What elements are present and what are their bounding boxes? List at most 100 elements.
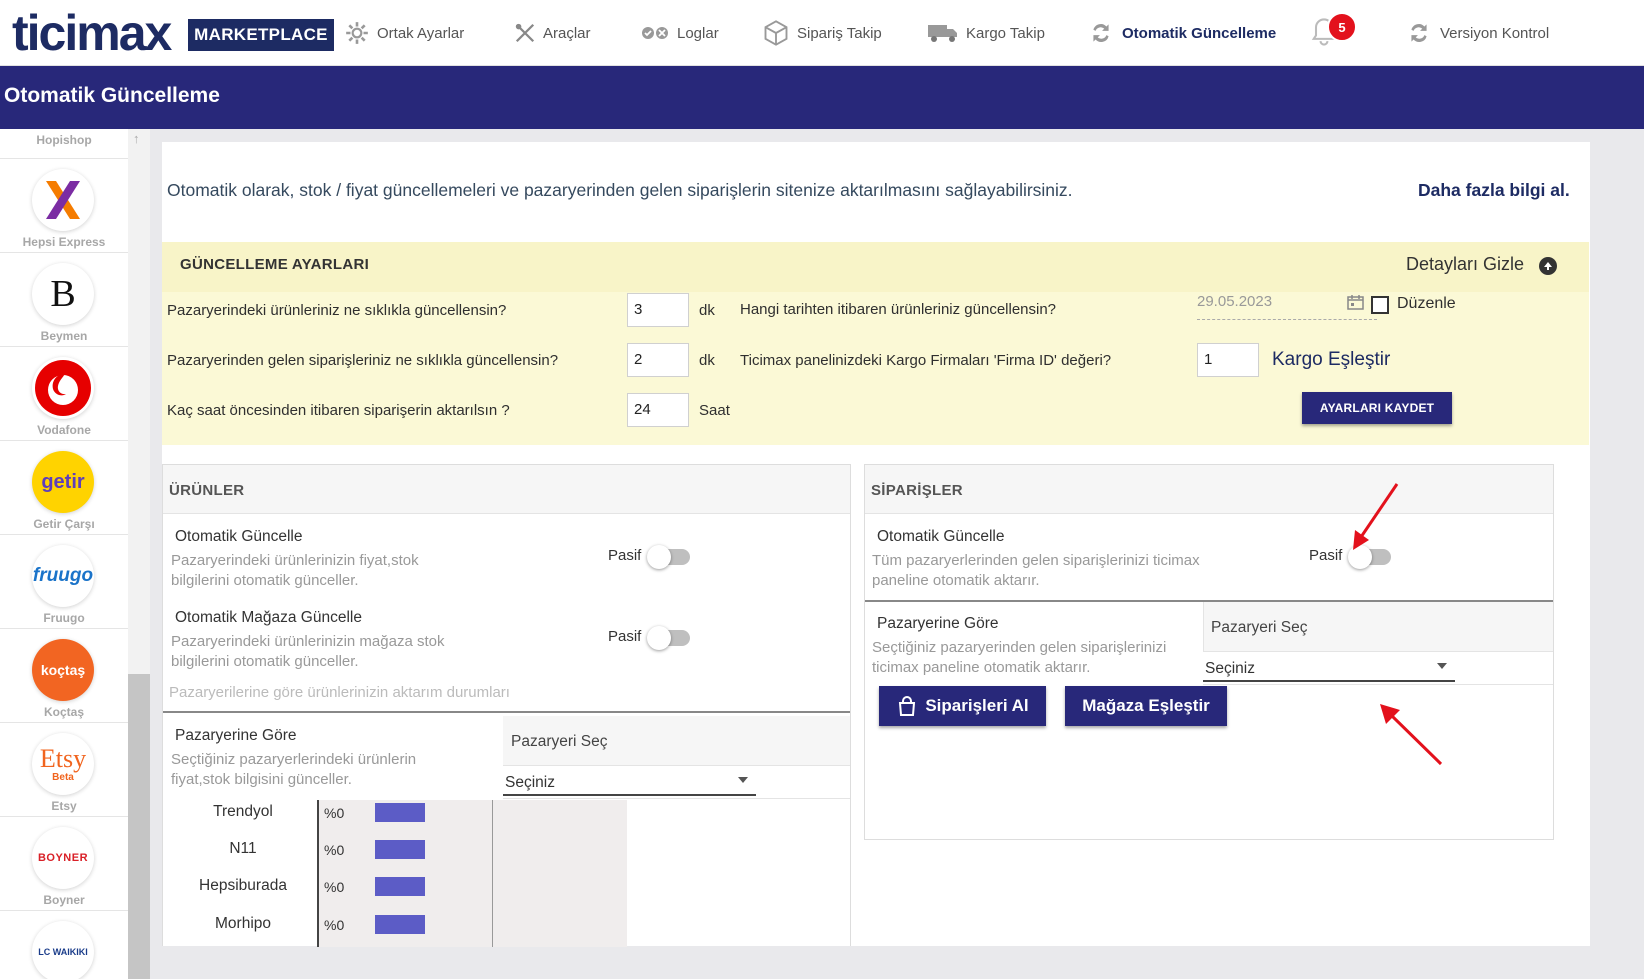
- marketplace-progress-bar: [375, 915, 425, 934]
- order-marketplace-select[interactable]: Seçiniz: [1203, 655, 1455, 682]
- marketplace-name: Hepsiburada: [199, 877, 287, 894]
- marketplace-progress-bar: [375, 803, 425, 822]
- ticimax-logo[interactable]: ticimax MARKETPLACE: [12, 5, 334, 61]
- products-header: ÜRÜNLER: [163, 465, 850, 514]
- toggle-state-label: Pasif: [608, 628, 642, 645]
- marketplace-percent: %0: [324, 842, 345, 858]
- product-marketplace-select[interactable]: Seçiniz: [503, 769, 756, 796]
- save-settings-button[interactable]: AYARLARI KAYDET: [1302, 392, 1452, 424]
- settings-header[interactable]: GÜNCELLEME AYARLARI Detayları Gizle: [162, 242, 1589, 292]
- scroll-up-icon[interactable]: ↑: [133, 131, 140, 146]
- truck-icon: [928, 25, 957, 42]
- orders-title: SİPARİŞLER: [871, 482, 963, 499]
- notifications-button[interactable]: 5: [1310, 12, 1357, 52]
- logo-badge: MARKETPLACE: [188, 19, 334, 51]
- store-match-button[interactable]: Mağaza Eşleştir: [1065, 686, 1227, 726]
- nav-label: Versiyon Kontrol: [1440, 24, 1550, 42]
- box-icon: [764, 20, 788, 46]
- unit-label: dk: [699, 302, 715, 319]
- sidebar-item-label: Fruugo: [43, 611, 85, 625]
- sidebar-item-label: Etsy: [51, 799, 77, 813]
- nav-label: Sipariş Takip: [797, 24, 882, 42]
- intro-text: Otomatik olarak, stok / fiyat güncelleme…: [167, 180, 1073, 200]
- chevron-down-icon: [738, 777, 748, 783]
- order-hours-label: Kaç saat öncesinden itibaren siparişerin…: [167, 402, 510, 419]
- sidebar-item-label: Koçtaş: [43, 705, 84, 719]
- order-by-marketplace-desc: Seçtiğiniz pazaryerinden gelen siparişle…: [872, 639, 1167, 676]
- sidebar-item-hopishop[interactable]: Hopishop: [0, 129, 128, 159]
- cargo-match-link[interactable]: Kargo Eşleştir: [1272, 349, 1390, 371]
- products-section: ÜRÜNLER Otomatik Güncelle Pazaryerindeki…: [162, 464, 851, 947]
- hepsi-express-logo: [32, 169, 94, 231]
- nav-version-control[interactable]: Versiyon Kontrol: [1405, 18, 1549, 48]
- nav-label: Otomatik Güncelleme: [1122, 24, 1277, 42]
- refresh-icon: [1411, 23, 1427, 43]
- order-auto-update-title: Otomatik Güncelle: [877, 528, 1005, 545]
- hide-details-toggle[interactable]: Detayları Gizle: [1406, 254, 1524, 275]
- product-update-frequency-input[interactable]: 3: [627, 293, 689, 327]
- toggle-state-label: Pasif: [1309, 547, 1343, 564]
- sidebar-item-hepsi-express[interactable]: Hepsi Express: [0, 159, 128, 253]
- update-start-date-label: Hangi tarihten itibaren ürünleriniz günc…: [740, 301, 1057, 318]
- sidebar-item-etsy[interactable]: Etsy Beta Etsy: [0, 723, 128, 817]
- nav-label: Loglar: [677, 24, 719, 42]
- nav-label: Ortak Ayarlar: [377, 24, 465, 42]
- chevron-up-icon[interactable]: [1539, 257, 1557, 275]
- sidebar-item-vodafone[interactable]: Vodafone: [0, 347, 128, 441]
- shopping-bag-icon: [899, 696, 916, 716]
- firm-id-label: Ticimax panelinizdeki Kargo Firmaları 'F…: [740, 352, 1112, 369]
- sidebar-item-label: Beymen: [40, 329, 88, 343]
- nav-common-settings[interactable]: Ortak Ayarlar: [344, 18, 464, 48]
- order-auto-update-desc: Tüm pazaryerlerinden gelen siparişlerini…: [872, 552, 1200, 589]
- chevron-down-icon: [1437, 663, 1447, 669]
- nav-order-tracking[interactable]: Sipariş Takip: [762, 18, 882, 48]
- marketplace-percent: %0: [324, 879, 345, 895]
- top-navigation: ticimax MARKETPLACE Ortak Ayarlar Araçla…: [0, 0, 1644, 66]
- lc-waikiki-logo: LC WAIKIKI: [32, 921, 94, 979]
- products-title: ÜRÜNLER: [169, 482, 245, 499]
- product-store-update-title: Otomatik Mağaza Güncelle: [175, 609, 362, 626]
- etsy-logo: Etsy Beta: [32, 733, 94, 795]
- order-hours-input[interactable]: 24: [627, 393, 689, 427]
- more-info-link[interactable]: Daha fazla bilgi al.: [1418, 180, 1570, 201]
- product-auto-update-toggle[interactable]: [647, 545, 690, 569]
- page-header: Otomatik Güncelleme: [0, 66, 1644, 129]
- get-orders-button[interactable]: Siparişleri Al: [879, 686, 1046, 726]
- orders-header: SİPARİŞLER: [865, 465, 1553, 514]
- gear-icon: [346, 22, 368, 44]
- sidebar-item-label: Hepsi Express: [22, 235, 106, 249]
- calendar-icon[interactable]: [1347, 294, 1364, 315]
- notification-badge: 5: [1327, 12, 1357, 42]
- sidebar-item-beymen[interactable]: B Beymen: [0, 253, 128, 347]
- nav-auto-update[interactable]: Otomatik Güncelleme: [1087, 18, 1276, 48]
- nav-tools[interactable]: Araçlar: [514, 18, 591, 48]
- refresh-icon: [1093, 23, 1109, 43]
- nav-logs[interactable]: Loglar: [640, 18, 719, 48]
- sidebar-item-lc-waikiki[interactable]: LC WAIKIKI: [0, 911, 128, 979]
- edit-date-checkbox[interactable]: [1371, 296, 1389, 314]
- order-update-frequency-input[interactable]: 2: [627, 343, 689, 377]
- product-by-marketplace-title: Pazaryerine Göre: [175, 727, 297, 744]
- settings-title: GÜNCELLEME AYARLARI: [180, 256, 370, 273]
- nav-label: Araçlar: [543, 24, 591, 42]
- koctas-logo: koçtaş: [32, 639, 94, 701]
- orders-section: SİPARİŞLER Otomatik Güncelle Tüm pazarye…: [864, 464, 1554, 840]
- annotation-arrow-icon: [1353, 483, 1399, 550]
- product-update-frequency-label: Pazaryerindeki ürünleriniz ne sıklıkla g…: [167, 302, 507, 319]
- sidebar-item-boyner[interactable]: BOYNER Boyner: [0, 817, 128, 911]
- sidebar-item-label: Vodafone: [37, 423, 91, 437]
- nav-cargo-tracking[interactable]: Kargo Takip: [927, 18, 1045, 48]
- getir-logo: getir: [32, 451, 94, 513]
- product-auto-update-desc: Pazaryerindeki ürünlerinizin fiyat,stok …: [171, 552, 419, 589]
- marketplace-name: Morhipo: [215, 915, 271, 932]
- unit-label: dk: [699, 352, 715, 369]
- order-by-marketplace-title: Pazaryerine Göre: [877, 615, 999, 632]
- annotation-arrow-icon: [1380, 704, 1443, 766]
- marketplace-percent: %0: [324, 917, 345, 933]
- sidebar-scrollbar-thumb[interactable]: [128, 674, 150, 979]
- firm-id-input[interactable]: 1: [1197, 343, 1259, 377]
- sidebar-item-fruugo[interactable]: fruugo Fruugo: [0, 535, 128, 629]
- sidebar-item-getir[interactable]: getir Getir Çarşı: [0, 441, 128, 535]
- sidebar-item-koctas[interactable]: koçtaş Koçtaş: [0, 629, 128, 723]
- product-store-update-toggle[interactable]: [647, 626, 690, 650]
